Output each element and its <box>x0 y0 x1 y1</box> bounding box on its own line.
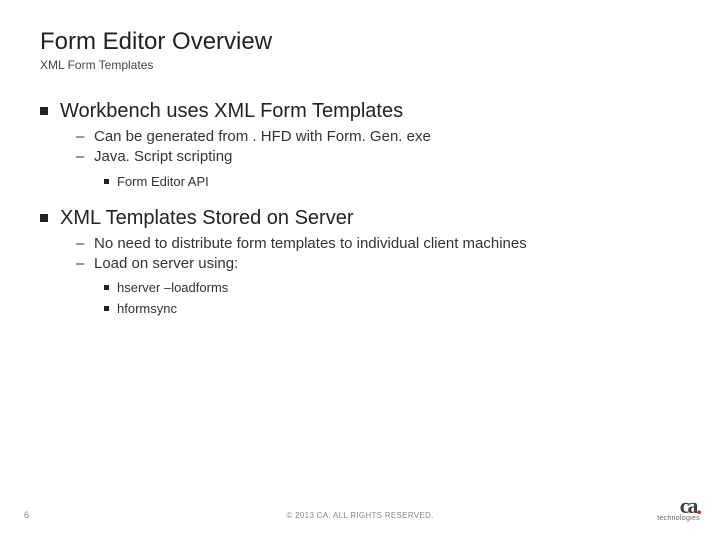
dash-bullet-icon: – <box>76 234 86 254</box>
copyright-text: © 2013 CA. ALL RIGHTS RESERVED. <box>0 511 720 520</box>
dash-bullet-icon: – <box>76 127 86 147</box>
slide-title: Form Editor Overview <box>40 28 680 56</box>
section-2: XML Templates Stored on Server –No need … <box>40 207 680 317</box>
section-2-heading: XML Templates Stored on Server <box>40 207 680 230</box>
dash-bullet-icon: – <box>76 147 86 167</box>
square-bullet-icon <box>40 107 48 115</box>
dash-bullet-icon: – <box>76 254 86 274</box>
square-bullet-icon <box>40 214 48 222</box>
logo-text: ca <box>680 493 697 518</box>
logo-tagline: technologies <box>657 515 700 522</box>
list-item: Form Editor API <box>104 174 680 189</box>
list-item: –Can be generated from . HFD with Form. … <box>76 127 680 147</box>
section-2-sublist: –No need to distribute form templates to… <box>76 234 680 275</box>
logo-dot-icon: . <box>697 499 701 514</box>
list-item-text: hserver –loadforms <box>117 280 228 295</box>
section-2-heading-text: XML Templates Stored on Server <box>60 207 353 230</box>
list-item-text: Form Editor API <box>117 174 209 189</box>
list-item: hserver –loadforms <box>104 280 680 295</box>
logo-mark: ca. <box>657 498 700 513</box>
square-bullet-icon <box>104 285 109 290</box>
section-1-heading: Workbench uses XML Form Templates <box>40 100 680 123</box>
list-item: hformsync <box>104 301 680 316</box>
list-item-text: No need to distribute form templates to … <box>94 234 527 254</box>
section-1-heading-text: Workbench uses XML Form Templates <box>60 100 403 123</box>
footer: 6 © 2013 CA. ALL RIGHTS RESERVED. ca. te… <box>0 496 720 526</box>
slide: Form Editor Overview XML Form Templates … <box>0 0 720 540</box>
square-bullet-icon <box>104 306 109 311</box>
section-1: Workbench uses XML Form Templates –Can b… <box>40 100 680 189</box>
list-item-text: Load on server using: <box>94 254 238 274</box>
list-item: –Load on server using: <box>76 254 680 274</box>
list-item-text: Java. Script scripting <box>94 147 232 167</box>
list-item-text: Can be generated from . HFD with Form. G… <box>94 127 431 147</box>
section-1-subsublist: Form Editor API <box>104 174 680 189</box>
bullet-list: Workbench uses XML Form Templates –Can b… <box>40 100 680 316</box>
slide-subtitle: XML Form Templates <box>40 58 680 72</box>
square-bullet-icon <box>104 179 109 184</box>
ca-logo: ca. technologies <box>657 498 700 522</box>
list-item: –Java. Script scripting <box>76 147 680 167</box>
section-2-subsublist: hserver –loadforms hformsync <box>104 280 680 316</box>
list-item-text: hformsync <box>117 301 177 316</box>
section-1-sublist: –Can be generated from . HFD with Form. … <box>76 127 680 168</box>
list-item: –No need to distribute form templates to… <box>76 234 680 254</box>
content-area: Form Editor Overview XML Form Templates … <box>0 0 720 316</box>
